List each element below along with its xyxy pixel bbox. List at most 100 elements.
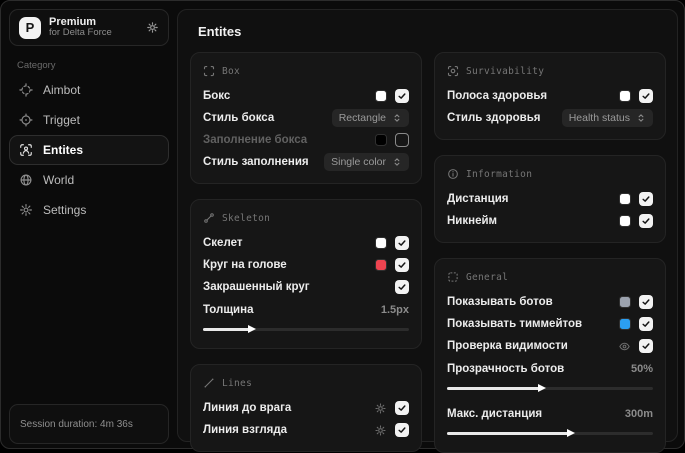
app-window: P Premium for Delta Force Category Aimbo… bbox=[0, 0, 685, 453]
setting-label: Прозрачность ботов bbox=[447, 363, 565, 375]
setting-row: Дистанция bbox=[447, 188, 653, 210]
checkbox-checked[interactable] bbox=[395, 89, 409, 103]
page-title: Entites bbox=[198, 24, 242, 39]
gear-icon[interactable] bbox=[374, 402, 387, 415]
check-icon bbox=[398, 93, 406, 99]
lines-card-header: Lines bbox=[203, 377, 409, 389]
checkbox-checked[interactable] bbox=[395, 280, 409, 294]
color-swatch[interactable] bbox=[375, 237, 387, 249]
card-title: Information bbox=[466, 168, 533, 180]
max-distance-slider[interactable] bbox=[447, 428, 653, 438]
setting-label: Полоса здоровья bbox=[447, 90, 548, 102]
setting-label: Макс. дистанция bbox=[447, 408, 543, 420]
sidebar-item-label: Entites bbox=[43, 143, 84, 157]
max-distance-slider-row: Макс. дистанция 300m bbox=[447, 403, 653, 442]
checkbox-checked[interactable] bbox=[395, 423, 409, 437]
setting-row: Линия взгляда bbox=[203, 419, 409, 441]
setting-label: Круг на голове bbox=[203, 259, 287, 271]
color-swatch[interactable] bbox=[619, 318, 631, 330]
scan-frame-icon bbox=[203, 65, 215, 77]
setting-label: Линия до врага bbox=[203, 402, 292, 414]
target-icon bbox=[19, 113, 33, 127]
sidebar-item-aimbot[interactable]: Aimbot bbox=[9, 75, 169, 105]
slider-thumb[interactable] bbox=[248, 325, 257, 333]
card-title: Box bbox=[222, 65, 241, 77]
sidebar-item-trigget[interactable]: Trigget bbox=[9, 105, 169, 135]
slider-fill bbox=[447, 387, 540, 390]
thickness-slider[interactable] bbox=[203, 324, 409, 334]
setting-label: Заполнение бокса bbox=[203, 134, 308, 146]
slider-value: 1.5px bbox=[380, 304, 409, 316]
card-title: General bbox=[466, 271, 509, 283]
color-swatch[interactable] bbox=[619, 296, 631, 308]
color-swatch[interactable] bbox=[619, 215, 631, 227]
gear-icon bbox=[20, 204, 32, 216]
color-swatch[interactable] bbox=[375, 90, 387, 102]
setting-label: Проверка видимости bbox=[447, 340, 568, 352]
setting-label: Никнейм bbox=[447, 215, 498, 227]
color-swatch[interactable] bbox=[375, 259, 387, 271]
eye-icon[interactable] bbox=[618, 340, 631, 353]
checkbox-checked[interactable] bbox=[395, 236, 409, 250]
globe-icon bbox=[20, 174, 32, 186]
setting-label: Закрашенный круг bbox=[203, 281, 310, 293]
left-column: Box Бокс Стиль бокса Rectangle Заполнени… bbox=[190, 52, 422, 453]
setting-label: Стиль здоровья bbox=[447, 112, 541, 124]
checkbox-checked[interactable] bbox=[395, 258, 409, 272]
fill-style-select[interactable]: Single color bbox=[324, 153, 409, 171]
check-icon bbox=[398, 262, 406, 268]
brand-subtitle: for Delta Force bbox=[49, 27, 112, 39]
check-icon bbox=[642, 93, 650, 99]
checkbox-checked[interactable] bbox=[639, 339, 653, 353]
checkbox-checked[interactable] bbox=[639, 89, 653, 103]
checkbox-checked[interactable] bbox=[639, 214, 653, 228]
bone-icon bbox=[204, 213, 214, 223]
card-title: Survivability bbox=[466, 65, 545, 77]
setting-row: Показывать тиммейтов bbox=[447, 313, 653, 335]
checkbox-checked[interactable] bbox=[639, 192, 653, 206]
setting-row: Стиль заполнения Single color bbox=[203, 151, 409, 173]
setting-label: Бокс bbox=[203, 90, 231, 102]
chevron-up-down-icon bbox=[394, 114, 400, 122]
check-icon bbox=[398, 240, 406, 246]
thickness-slider-row: Толщина 1.5px bbox=[203, 299, 409, 338]
card-title: Skeleton bbox=[222, 212, 271, 224]
check-icon bbox=[398, 405, 406, 411]
sidebar-item-settings[interactable]: Settings bbox=[9, 195, 169, 225]
right-column: Survivability Полоса здоровья Стиль здор… bbox=[434, 52, 666, 453]
setting-label: Показывать ботов bbox=[447, 296, 553, 308]
checkbox-unchecked[interactable] bbox=[395, 133, 409, 147]
slider-thumb[interactable] bbox=[537, 384, 546, 392]
survivability-card: Survivability Полоса здоровья Стиль здор… bbox=[434, 52, 666, 140]
check-icon bbox=[398, 284, 406, 290]
checkbox-checked[interactable] bbox=[639, 295, 653, 309]
checkbox-checked[interactable] bbox=[395, 401, 409, 415]
setting-row: Круг на голове bbox=[203, 254, 409, 276]
color-swatch[interactable] bbox=[619, 90, 631, 102]
slider-thumb[interactable] bbox=[566, 429, 575, 437]
sidebar-item-world[interactable]: World bbox=[9, 165, 169, 195]
health-style-select[interactable]: Health status bbox=[561, 109, 653, 127]
session-duration-text: Session duration: 4m 36s bbox=[20, 418, 133, 430]
select-value: Single color bbox=[331, 156, 386, 168]
information-card-header: Information bbox=[447, 168, 653, 180]
setting-label: Стиль бокса bbox=[203, 112, 275, 124]
color-swatch[interactable] bbox=[375, 134, 387, 146]
gear-icon[interactable] bbox=[146, 21, 159, 34]
check-icon bbox=[642, 321, 650, 327]
setting-row: Линия до врага bbox=[203, 397, 409, 419]
setting-row: Показывать ботов bbox=[447, 291, 653, 313]
gear-icon[interactable] bbox=[374, 424, 387, 437]
setting-row: Заполнение бокса bbox=[203, 129, 409, 151]
setting-label: Толщина bbox=[203, 304, 254, 316]
check-icon bbox=[642, 343, 650, 349]
checkbox-checked[interactable] bbox=[639, 317, 653, 331]
sidebar-item-label: Aimbot bbox=[43, 83, 81, 97]
color-swatch[interactable] bbox=[619, 193, 631, 205]
box-style-select[interactable]: Rectangle bbox=[331, 109, 409, 127]
bot-opacity-slider[interactable] bbox=[447, 383, 653, 393]
setting-row: Скелет bbox=[203, 232, 409, 254]
chevron-up-down-icon bbox=[638, 114, 644, 122]
sidebar-item-entites[interactable]: Entites bbox=[9, 135, 169, 165]
dashed-square-icon bbox=[448, 272, 458, 282]
